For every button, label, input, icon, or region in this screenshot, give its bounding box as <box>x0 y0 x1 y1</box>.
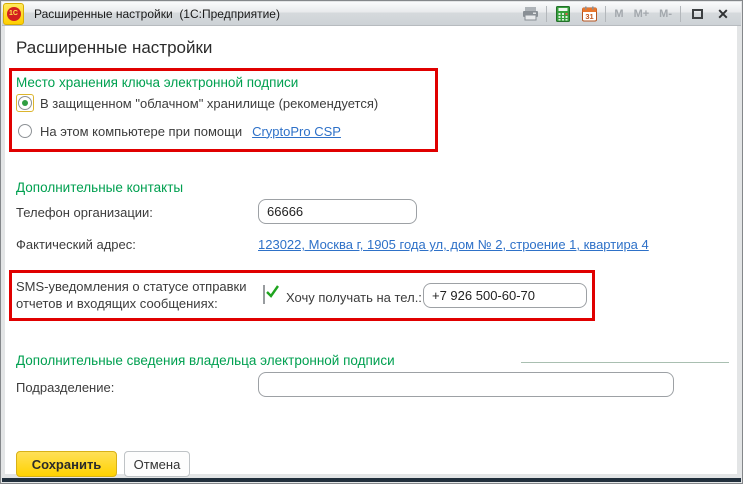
radio-cloud-storage-label: В защищенном "облачном" хранилище (реком… <box>40 96 378 111</box>
cryptopro-csp-link[interactable]: CryptoPro CSP <box>252 124 341 139</box>
radio-unselected-icon <box>18 124 32 138</box>
radio-local-computer[interactable]: На этом компьютере при помощи CryptoPro … <box>16 122 341 140</box>
radio-cloud-storage[interactable]: В защищенном "облачном" хранилище (реком… <box>16 94 378 112</box>
calendar-icon[interactable]: 31 <box>579 5 599 23</box>
department-label: Подразделение: <box>16 380 114 395</box>
radio-wrap <box>16 122 34 140</box>
phone-input[interactable] <box>258 199 417 224</box>
radio-local-computer-label: На этом компьютере при помощи <box>40 124 242 139</box>
titlebar-separator <box>680 6 681 22</box>
checkmark-icon <box>265 284 281 300</box>
sms-label-line2: отчетов и входящих сообщениях: <box>16 296 218 311</box>
window-bottom-edge <box>2 478 741 482</box>
titlebar-separator <box>605 6 606 22</box>
memory-recall-button[interactable]: M <box>612 5 625 23</box>
focus-ring <box>16 94 34 112</box>
titlebar-separator <box>546 6 547 22</box>
department-input[interactable] <box>258 372 674 397</box>
memory-plus-button[interactable]: M+ <box>632 5 652 23</box>
titlebar-buttons: 31 M M+ M- ✕ <box>520 5 741 23</box>
sms-checkbox[interactable] <box>263 285 265 304</box>
key-storage-header: Место хранения ключа электронной подписи <box>16 75 298 90</box>
cancel-button[interactable]: Отмена <box>124 451 190 477</box>
window-title: Расширенные настройки (1С:Предприятие) <box>34 7 280 21</box>
print-icon[interactable] <box>520 5 540 23</box>
owner-info-header: Дополнительные сведения владельца электр… <box>16 353 395 368</box>
header-rule <box>521 362 729 363</box>
address-link[interactable]: 123022, Москва г, 1905 года ул, дом № 2,… <box>258 237 649 252</box>
sms-checkbox-label: Хочу получать на тел.: <box>286 290 422 305</box>
close-icon: ✕ <box>717 7 729 21</box>
close-button[interactable]: ✕ <box>713 5 733 23</box>
save-button[interactable]: Сохранить <box>16 451 117 477</box>
titlebar: 1С Расширенные настройки (1С:Предприятие… <box>2 2 741 26</box>
svg-text:31: 31 <box>585 12 593 21</box>
sms-label-line1: SMS-уведомления о статусе отправки <box>16 279 247 294</box>
page-title: Расширенные настройки <box>16 38 212 58</box>
calculator-icon[interactable] <box>553 5 573 23</box>
contacts-header: Дополнительные контакты <box>16 180 183 195</box>
memory-minus-button[interactable]: M- <box>657 5 674 23</box>
sms-phone-input[interactable] <box>423 283 587 308</box>
maximize-icon <box>692 9 703 19</box>
app-logo-1c-icon: 1С <box>3 3 24 25</box>
phone-label: Телефон организации: <box>16 205 153 220</box>
address-label: Фактический адрес: <box>16 237 136 252</box>
app-window: 1С Расширенные настройки (1С:Предприятие… <box>0 0 743 484</box>
radio-selected-icon <box>18 96 32 110</box>
maximize-button[interactable] <box>687 5 707 23</box>
